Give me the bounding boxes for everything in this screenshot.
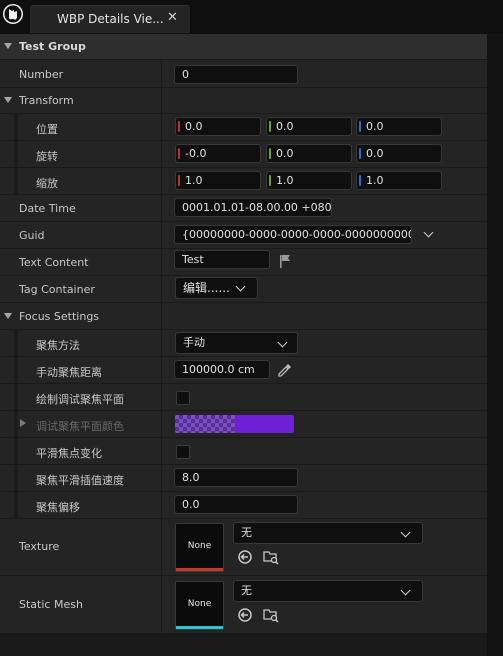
draw-debug-focus-plane-checkbox[interactable]: [176, 391, 190, 405]
smooth-focus-changes-checkbox[interactable]: [176, 445, 190, 459]
static-mesh-thumbnail[interactable]: None: [175, 581, 224, 630]
property-label: 平滑焦点变化: [36, 447, 102, 460]
property-label: 旋转: [36, 150, 58, 163]
property-date-time: Date Time 0001.01.01-08.00.00 +0800: [0, 195, 487, 222]
category-test-group[interactable]: Test Group: [0, 34, 487, 60]
top-bar: WBP Details Vie... ✕: [0, 0, 503, 34]
property-label: Focus Settings: [19, 310, 100, 323]
number-input[interactable]: 0: [174, 65, 298, 84]
static-mesh-asset-dropdown[interactable]: 无: [233, 580, 423, 602]
chevron-down-icon: [235, 281, 246, 292]
tag-edit-button[interactable]: 编辑......: [175, 277, 258, 299]
property-label: 缩放: [36, 177, 58, 190]
property-manual-focus-distance: 手动聚焦距离 100000.0 cm: [0, 357, 487, 384]
scale-x-input[interactable]: 1.0: [175, 171, 261, 190]
property-label: 手动聚焦距离: [36, 366, 102, 379]
property-label: Texture: [19, 540, 60, 553]
rotation-y-input[interactable]: 0.0: [266, 144, 352, 163]
guid-input[interactable]: {00000000-0000-0000-0000-000000000000}: [174, 225, 412, 244]
expand-arrow-icon[interactable]: [20, 419, 26, 427]
property-label: 位置: [36, 123, 58, 136]
asset-type-strip: [176, 568, 223, 571]
asset-type-strip: [176, 626, 223, 629]
unreal-logo-icon[interactable]: [2, 3, 24, 25]
property-location: 位置 0.0 0.0 0.0: [0, 114, 487, 141]
chevron-down-icon[interactable]: [423, 227, 434, 238]
close-icon[interactable]: ✕: [167, 10, 178, 25]
property-focus-offset: 聚焦偏移 0.0: [0, 492, 487, 519]
use-selected-icon[interactable]: [237, 607, 253, 623]
property-label: Transform: [19, 94, 74, 107]
category-label: Test Group: [19, 40, 86, 53]
focus-offset-input[interactable]: 0.0: [174, 495, 298, 514]
property-texture: Texture None 无: [0, 519, 487, 576]
rotation-x-input[interactable]: -0.0: [175, 144, 261, 163]
focus-method-dropdown[interactable]: 手动: [175, 332, 298, 354]
eyedropper-icon[interactable]: [277, 362, 293, 378]
focus-smoothing-speed-input[interactable]: 8.0: [174, 468, 298, 487]
texture-asset-dropdown[interactable]: 无: [233, 522, 423, 544]
browse-asset-icon[interactable]: [263, 607, 279, 623]
property-label: Number: [19, 68, 64, 81]
property-label: Text Content: [19, 256, 89, 269]
chevron-down-icon: [400, 585, 411, 596]
tab-title: WBP Details Vie...: [57, 12, 164, 26]
details-tab[interactable]: WBP Details Vie... ✕: [30, 5, 190, 33]
rotation-z-input[interactable]: 0.0: [356, 144, 442, 163]
texture-thumbnail[interactable]: None: [175, 523, 224, 572]
property-transform[interactable]: Transform: [0, 88, 487, 114]
property-draw-debug-focus-plane: 绘制调试聚焦平面: [0, 384, 487, 411]
manual-focus-distance-input[interactable]: 100000.0 cm: [174, 360, 270, 379]
property-label: 聚焦方法: [36, 339, 80, 352]
chevron-down-icon: [400, 527, 411, 538]
color-swatch-solid: [235, 415, 294, 433]
scale-y-input[interactable]: 1.0: [266, 171, 352, 190]
location-z-input[interactable]: 0.0: [356, 117, 442, 136]
property-label: 聚焦平滑插值速度: [36, 474, 124, 487]
property-label: 调试聚焦平面颜色: [36, 420, 124, 433]
property-static-mesh: Static Mesh None 无: [0, 576, 487, 634]
property-guid: Guid {00000000-0000-0000-0000-0000000000…: [0, 222, 487, 249]
property-number: Number 0: [0, 60, 487, 88]
expand-arrow-icon[interactable]: [4, 313, 12, 319]
property-focus-settings[interactable]: Focus Settings: [0, 303, 487, 330]
property-tag-container: Tag Container 编辑......: [0, 276, 487, 303]
text-content-input[interactable]: Test: [174, 250, 270, 269]
expand-arrow-icon[interactable]: [4, 43, 12, 49]
property-label: 绘制调试聚焦平面: [36, 393, 124, 406]
location-y-input[interactable]: 0.0: [266, 117, 352, 136]
scale-z-input[interactable]: 1.0: [356, 171, 442, 190]
property-scale: 缩放 1.0 1.0 1.0: [0, 168, 487, 195]
property-label: Guid: [19, 229, 45, 242]
property-label: 聚焦偏移: [36, 501, 80, 514]
property-label: Tag Container: [19, 283, 95, 296]
flag-icon[interactable]: [277, 253, 293, 269]
property-smooth-focus-changes: 平滑焦点变化: [0, 438, 487, 465]
property-focus-smoothing-interp-speed: 聚焦平滑插值速度 8.0: [0, 465, 487, 492]
property-rotation: 旋转 -0.0 0.0 0.0: [0, 141, 487, 168]
browse-asset-icon[interactable]: [263, 549, 279, 565]
scrollbar-gutter[interactable]: [487, 34, 503, 656]
property-label: Static Mesh: [19, 598, 83, 611]
color-swatch[interactable]: [175, 415, 294, 433]
chevron-down-icon: [277, 337, 288, 348]
expand-arrow-icon[interactable]: [4, 97, 12, 103]
property-text-content: Text Content Test: [0, 249, 487, 276]
property-label: Date Time: [19, 202, 76, 215]
property-focus-method: 聚焦方法 手动: [0, 330, 487, 357]
date-time-input[interactable]: 0001.01.01-08.00.00 +0800: [174, 198, 332, 217]
location-x-input[interactable]: 0.0: [175, 117, 261, 136]
property-debug-focus-plane-color: 调试聚焦平面颜色: [0, 411, 487, 438]
use-selected-icon[interactable]: [237, 549, 253, 565]
